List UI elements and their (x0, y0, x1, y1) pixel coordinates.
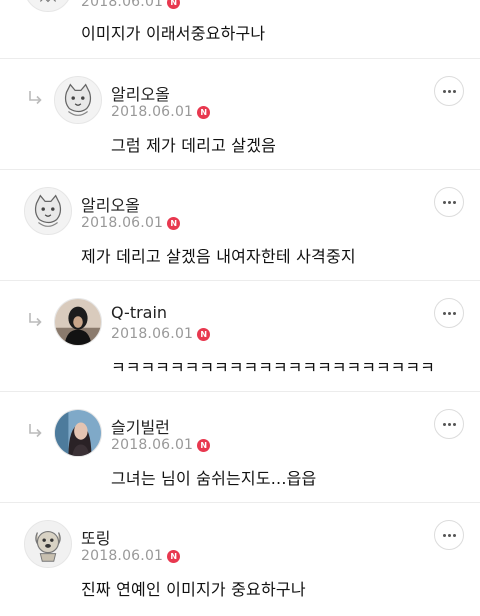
comment-text: 진짜 연예인 이미지가 중요하구나 (81, 580, 306, 599)
person-avatar-icon (55, 299, 101, 345)
dot-icon (452, 311, 456, 315)
dot-icon (447, 533, 451, 537)
more-options-button[interactable] (434, 520, 464, 550)
comment-nickname[interactable]: Q-train (111, 303, 167, 322)
comment-meta: 2018.06.01 N (81, 215, 181, 231)
comment-text: 제가 데리고 살겠음 내여자한테 사격중지 (81, 247, 356, 266)
new-badge: N (167, 549, 181, 563)
comment-nickname[interactable]: 알리오올 (111, 81, 170, 105)
comment-date: 2018.06.01 (111, 437, 194, 453)
person-avatar-icon (55, 410, 101, 456)
cat-avatar-icon (28, 0, 68, 11)
comment-meta: 2018.06.01 N (111, 437, 211, 453)
new-badge: N (197, 438, 211, 452)
comment-reply: 알리오올 2018.06.01 N 그럼 제가 데리고 살겠음 (0, 59, 480, 169)
dot-icon (442, 422, 446, 426)
dot-icon (442, 200, 446, 204)
comment-meta: 2018.06.01 N (111, 104, 211, 120)
dot-icon (442, 311, 446, 315)
comment-meta: 2018.06.01 N (81, 0, 181, 10)
comment-text: 그럼 제가 데리고 살겠음 (111, 136, 277, 155)
comment-date: 2018.06.01 (81, 0, 164, 10)
comment-date: 2018.06.01 (111, 326, 194, 342)
cat-avatar-icon (25, 188, 71, 234)
dot-icon (452, 533, 456, 537)
comment-item: 또링 2018.06.01 N 진짜 연예인 이미지가 중요하구나 (0, 503, 480, 616)
avatar[interactable] (24, 0, 72, 12)
dot-icon (447, 422, 451, 426)
avatar[interactable] (54, 76, 102, 124)
dot-icon (447, 89, 451, 93)
comment-item: 알리오올 2018.06.01 N 제가 데리고 살겠음 내여자한테 사격중지 (0, 170, 480, 280)
new-badge: N (197, 105, 211, 119)
more-options-button[interactable] (434, 76, 464, 106)
new-badge: N (197, 327, 211, 341)
comment-nickname[interactable]: 슬기빌런 (111, 414, 170, 438)
cat-avatar-icon (55, 77, 101, 123)
comment-meta: 2018.06.01 N (81, 548, 181, 564)
reply-arrow-icon (27, 311, 45, 329)
new-badge: N (167, 0, 181, 9)
dog-avatar-icon (25, 521, 71, 567)
comment-date: 2018.06.01 (81, 215, 164, 231)
dot-icon (447, 200, 451, 204)
comment-item: 2018.06.01 N 이미지가 이래서중요하구나 (0, 0, 480, 58)
comment-text: 이미지가 이래서중요하구나 (81, 24, 266, 43)
more-options-button[interactable] (434, 298, 464, 328)
more-options-button[interactable] (434, 187, 464, 217)
comment-text: ㅋㅋㅋㅋㅋㅋㅋㅋㅋㅋㅋㅋㅋㅋㅋㅋㅋㅋㅋㅋㅋㅋ (111, 358, 435, 377)
dot-icon (447, 311, 451, 315)
new-badge: N (167, 216, 181, 230)
avatar[interactable] (54, 409, 102, 457)
reply-arrow-icon (27, 89, 45, 107)
dot-icon (452, 89, 456, 93)
comment-text: 그녀는 님이 숨쉬는지도...읍읍 (111, 469, 317, 488)
reply-arrow-icon (27, 422, 45, 440)
dot-icon (452, 200, 456, 204)
comment-reply: 슬기빌런 2018.06.01 N 그녀는 님이 숨쉬는지도...읍읍 (0, 392, 480, 502)
comment-nickname[interactable]: 알리오올 (81, 192, 140, 216)
dot-icon (442, 89, 446, 93)
comment-date: 2018.06.01 (111, 104, 194, 120)
comment-nickname[interactable]: 또링 (81, 525, 110, 549)
dot-icon (452, 422, 456, 426)
comment-meta: 2018.06.01 N (111, 326, 211, 342)
dot-icon (442, 533, 446, 537)
comment-date: 2018.06.01 (81, 548, 164, 564)
avatar[interactable] (54, 298, 102, 346)
avatar[interactable] (24, 187, 72, 235)
comment-reply: Q-train 2018.06.01 N ㅋㅋㅋㅋㅋㅋㅋㅋㅋㅋㅋㅋㅋㅋㅋㅋㅋㅋㅋ… (0, 281, 480, 391)
avatar[interactable] (24, 520, 72, 568)
more-options-button[interactable] (434, 409, 464, 439)
